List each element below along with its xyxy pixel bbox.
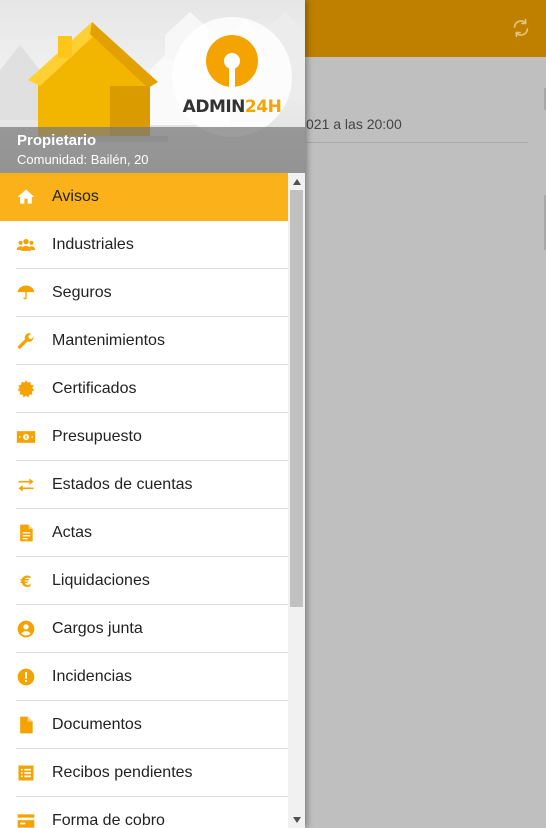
menu-list: Avisos Industriales Seguros Mantenimient… xyxy=(0,173,288,828)
menu-item-mantenimientos[interactable]: Mantenimientos xyxy=(0,317,288,365)
menu-item-actas[interactable]: Actas xyxy=(0,509,288,557)
menu-item-label: Cargos junta xyxy=(52,620,143,637)
menu-item-label: Incidencias xyxy=(52,668,133,685)
menu-item-label: Estados de cuentas xyxy=(52,476,193,493)
menu-item-label: Mantenimientos xyxy=(52,332,165,349)
document-lines-icon xyxy=(16,523,36,543)
user-info: Propietario Comunidad: Bailén, 20 xyxy=(0,127,305,173)
notice-date: 021 a las 20:00 xyxy=(306,116,402,132)
wrench-icon xyxy=(16,331,36,351)
divider xyxy=(306,142,528,143)
menu-item-label: Avisos xyxy=(52,188,99,205)
user-role: Propietario xyxy=(17,132,97,149)
account-circle-icon xyxy=(16,619,36,639)
swap-arrows-icon xyxy=(16,475,36,495)
menu-item-documentos[interactable]: Documentos xyxy=(0,701,288,749)
logo-mark-icon xyxy=(206,35,258,89)
money-icon xyxy=(16,427,36,447)
scroll-thumb[interactable] xyxy=(290,190,303,607)
credit-card-icon xyxy=(16,811,36,828)
list-icon xyxy=(16,763,36,783)
menu-item-label: Recibos pendientes xyxy=(52,764,193,781)
alert-circle-icon xyxy=(16,667,36,687)
brand-logo: ADMIN24H xyxy=(172,17,292,137)
menu-scrollbar[interactable] xyxy=(288,173,305,828)
umbrella-icon xyxy=(16,283,36,303)
menu-item-certificados[interactable]: Certificados xyxy=(0,365,288,413)
refresh-button[interactable] xyxy=(510,17,532,39)
caret-down-icon xyxy=(292,816,301,823)
file-icon xyxy=(16,715,36,735)
menu-item-avisos[interactable]: Avisos xyxy=(0,173,288,221)
svg-text:€: € xyxy=(19,572,31,591)
navigation-drawer: ADMIN24H Propietario Comunidad: Bailén, … xyxy=(0,0,305,828)
menu-item-label: Forma de cobro xyxy=(52,812,165,828)
menu-item-liquidaciones[interactable]: € Liquidaciones xyxy=(0,557,288,605)
menu-item-label: Documentos xyxy=(52,716,142,733)
scroll-down-button[interactable] xyxy=(288,811,305,828)
menu-item-industriales[interactable]: Industriales xyxy=(0,221,288,269)
menu-item-cargos-junta[interactable]: Cargos junta xyxy=(0,605,288,653)
drawer-header: ADMIN24H Propietario Comunidad: Bailén, … xyxy=(0,0,305,173)
community-name: Comunidad: Bailén, 20 xyxy=(17,152,149,167)
logo-text: ADMIN24H xyxy=(182,97,282,117)
menu-item-label: Certificados xyxy=(52,380,137,397)
menu-item-seguros[interactable]: Seguros xyxy=(0,269,288,317)
menu-item-label: Seguros xyxy=(52,284,112,301)
menu-item-label: Actas xyxy=(52,524,93,541)
menu-item-recibos-pendientes[interactable]: Recibos pendientes xyxy=(0,749,288,797)
menu-item-label: Liquidaciones xyxy=(52,572,150,589)
seal-icon xyxy=(16,379,36,399)
menu-item-presupuesto[interactable]: Presupuesto xyxy=(0,413,288,461)
menu-item-label: Presupuesto xyxy=(52,428,142,445)
menu-item-forma-de-cobro[interactable]: Forma de cobro xyxy=(0,797,288,828)
users-icon xyxy=(16,235,36,255)
euro-icon: € xyxy=(16,571,36,591)
scroll-up-button[interactable] xyxy=(288,173,305,190)
menu-item-incidencias[interactable]: Incidencias xyxy=(0,653,288,701)
home-icon xyxy=(16,187,36,207)
caret-up-icon xyxy=(292,178,301,185)
menu-item-estados-de-cuentas[interactable]: Estados de cuentas xyxy=(0,461,288,509)
menu-item-label: Industriales xyxy=(52,236,134,253)
refresh-icon xyxy=(513,18,529,38)
